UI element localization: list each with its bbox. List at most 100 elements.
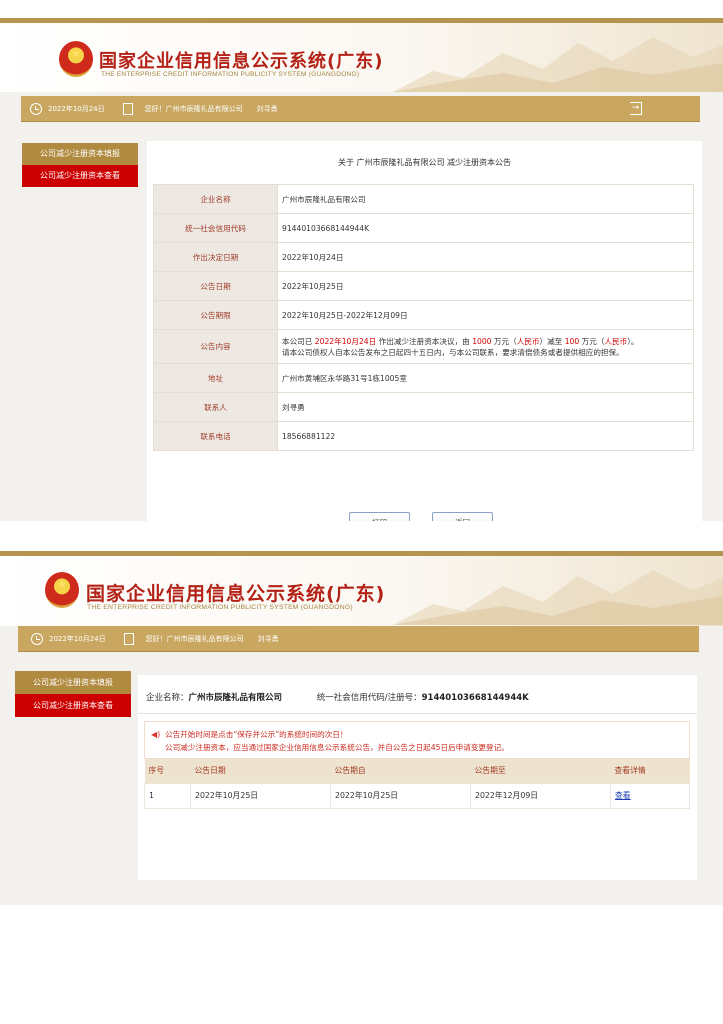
row-label: 公告日期 xyxy=(153,271,278,301)
site-subtitle: THE ENTERPRISE CREDIT INFORMATION PUBLIC… xyxy=(101,71,360,78)
column-header: 公告日期 xyxy=(190,759,331,783)
row-label: 地址 xyxy=(153,363,278,393)
alert-line-1: 公告开始时间是点击“保存并公示”的系统时间的次日！ xyxy=(165,730,348,739)
table-row: 联系电话 18566881122 xyxy=(153,421,694,451)
building-icon xyxy=(122,102,133,115)
currency: 人民币 xyxy=(516,336,540,346)
row-value: 91440103668144944K xyxy=(277,213,694,243)
screenshot-view-page: 国家企业信用信息公示系统(广东) THE ENTERPRISE CREDIT I… xyxy=(0,551,723,905)
notice-list-table: 序号 公告日期 公告期自 公告期至 查看详情 1 2022年10月25日 202… xyxy=(144,759,690,809)
row-label: 联系人 xyxy=(153,392,278,422)
info-bar: 2022年10月24日 您好！广州市辰隆礼品有限公司 刘寻勇 → xyxy=(21,96,700,122)
currency: 人民币 xyxy=(604,336,628,346)
row-label: 公告内容 xyxy=(153,329,278,364)
sidebar-item-fill[interactable]: 公司减少注册资本填报 xyxy=(22,143,138,165)
notice-title: 关于 广州市辰隆礼品有限公司 减少注册资本公告 xyxy=(337,158,512,167)
cell-to: 2022年12月09日 xyxy=(470,782,611,809)
row-label: 统一社会信用代码 xyxy=(153,213,278,243)
capital-from: 1000 xyxy=(472,336,492,346)
back-button[interactable]: 返回 xyxy=(432,512,493,521)
view-detail-link[interactable]: 查看 xyxy=(615,791,631,800)
table-row: 企业名称 广州市辰隆礼品有限公司 xyxy=(153,184,694,214)
screenshot-fill-page: 国家企业信用信息公示系统(广东) THE ENTERPRISE CREDIT I… xyxy=(0,18,723,521)
national-emblem-icon xyxy=(59,41,93,77)
table-header-row: 序号 公告日期 公告期自 公告期至 查看详情 xyxy=(144,759,690,783)
sidebar-item-view[interactable]: 公司减少注册资本查看 xyxy=(22,165,138,187)
notice-panel: 关于 广州市辰隆礼品有限公司 减少注册资本公告 企业名称 广州市辰隆礼品有限公司 … xyxy=(147,141,702,521)
table-row: 地址 广州市黄埔区永华路31号1栋1005室 xyxy=(153,363,694,393)
content-text: 万元（ xyxy=(579,336,605,346)
row-label: 公告期限 xyxy=(153,300,278,330)
notice-content: 本公司已 2022年10月24日 作出减少注册资本决议，由 1000 万元（人民… xyxy=(277,329,694,364)
code-label: 统一社会信用代码/注册号： xyxy=(316,693,422,703)
content-text: 本公司已 xyxy=(282,336,315,346)
user-name: 刘寻勇 xyxy=(256,104,278,113)
clock-icon xyxy=(31,632,43,645)
sidebar-item-fill[interactable]: 公司减少注册资本填报 xyxy=(15,671,131,694)
mountain-decoration-icon xyxy=(393,570,723,625)
notice-table: 企业名称 广州市辰隆礼品有限公司 统一社会信用代码 9144010366814494… xyxy=(153,184,694,451)
content-text: ）。 xyxy=(627,336,639,346)
row-value: 刘寻勇 xyxy=(277,392,694,422)
greeting-text: 您好！广州市辰隆礼品有限公司 xyxy=(145,634,244,643)
row-label: 企业名称 xyxy=(153,184,278,214)
table-row: 作出决定日期 2022年10月24日 xyxy=(153,242,694,272)
alert-line-2: 公司减少注册资本，应当通过国家企业信用信息公示系统公告，并自公告之日起45日后申… xyxy=(165,743,509,752)
column-header: 序号 xyxy=(144,759,191,783)
mountain-decoration-icon xyxy=(393,37,723,92)
sidebar: 公司减少注册资本填报 公司减少注册资本查看 xyxy=(15,671,131,717)
column-header: 公告期至 xyxy=(470,759,611,783)
content-text: ）减至 xyxy=(539,336,565,346)
table-row: 统一社会信用代码 91440103668144944K xyxy=(153,213,694,243)
print-button[interactable]: 打印 xyxy=(349,512,410,521)
site-subtitle: THE ENTERPRISE CREDIT INFORMATION PUBLIC… xyxy=(87,604,353,611)
row-label: 作出决定日期 xyxy=(153,242,278,272)
cell-no: 1 xyxy=(144,782,191,809)
greeting-text: 您好！广州市辰隆礼品有限公司 xyxy=(144,104,243,113)
national-emblem-icon xyxy=(45,572,79,608)
content-date: 2022年10月24日 xyxy=(314,336,377,346)
table-row: 1 2022年10月25日 2022年10月25日 2022年12月09日 查看 xyxy=(144,782,690,809)
company-info-line: 企业名称：广州市辰隆礼品有限公司 统一社会信用代码/注册号：9144010366… xyxy=(146,691,529,703)
credit-code: 91440103668144944K xyxy=(421,693,529,703)
current-date: 2022年10月24日 xyxy=(48,104,105,113)
capital-to: 100 xyxy=(564,336,580,346)
column-header: 查看详情 xyxy=(610,759,690,783)
cell-from: 2022年10月25日 xyxy=(330,782,471,809)
company-name: 广州市辰隆礼品有限公司 xyxy=(188,693,283,703)
alert-box: ◀) 公告开始时间是点击“保存并公示”的系统时间的次日！ 公司减少注册资本，应当… xyxy=(144,721,690,759)
sidebar: 公司减少注册资本填报 公司减少注册资本查看 xyxy=(22,143,138,187)
divider xyxy=(138,713,697,714)
row-label: 联系电话 xyxy=(153,421,278,451)
cell-date: 2022年10月25日 xyxy=(190,782,331,809)
table-row: 公告内容 本公司已 2022年10月24日 作出减少注册资本决议，由 1000 … xyxy=(153,329,694,364)
site-banner: 国家企业信用信息公示系统(广东) THE ENTERPRISE CREDIT I… xyxy=(0,23,723,92)
view-panel: 企业名称：广州市辰隆礼品有限公司 统一社会信用代码/注册号：9144010366… xyxy=(138,675,697,880)
row-value: 广州市辰隆礼品有限公司 xyxy=(277,184,694,214)
site-banner: 国家企业信用信息公示系统(广东) THE ENTERPRISE CREDIT I… xyxy=(0,556,723,626)
sidebar-item-view[interactable]: 公司减少注册资本查看 xyxy=(15,694,131,717)
info-bar: 2022年10月24日 您好！广州市辰隆礼品有限公司 刘寻勇 xyxy=(18,626,699,652)
row-value: 2022年10月25日-2022年12月09日 xyxy=(277,300,694,330)
site-title: 国家企业信用信息公示系统(广东) xyxy=(99,51,384,72)
company-label: 企业名称： xyxy=(146,693,189,703)
current-date: 2022年10月24日 xyxy=(49,634,106,643)
logout-icon[interactable]: → xyxy=(630,102,642,115)
building-icon xyxy=(123,632,134,645)
column-header: 公告期自 xyxy=(330,759,471,783)
row-value: 18566881122 xyxy=(277,421,694,451)
clock-icon xyxy=(30,102,42,115)
cell-detail: 查看 xyxy=(610,782,690,809)
site-title: 国家企业信用信息公示系统(广东) xyxy=(86,583,386,605)
content-text: 作出减少注册资本决议，由 xyxy=(376,336,473,346)
content-text: 万元（ xyxy=(491,336,517,346)
row-value: 2022年10月24日 xyxy=(277,242,694,272)
row-value: 2022年10月25日 xyxy=(277,271,694,301)
content-line2: 请本公司债权人自本公告发布之日起四十五日内，与本公司联系，要求清偿债务或者提供相… xyxy=(282,347,624,357)
row-value: 广州市黄埔区永华路31号1栋1005室 xyxy=(277,363,694,393)
table-row: 联系人 刘寻勇 xyxy=(153,392,694,422)
user-name: 刘寻勇 xyxy=(257,634,279,643)
speaker-icon: ◀) xyxy=(151,730,161,739)
table-row: 公告期限 2022年10月25日-2022年12月09日 xyxy=(153,300,694,330)
table-row: 公告日期 2022年10月25日 xyxy=(153,271,694,301)
